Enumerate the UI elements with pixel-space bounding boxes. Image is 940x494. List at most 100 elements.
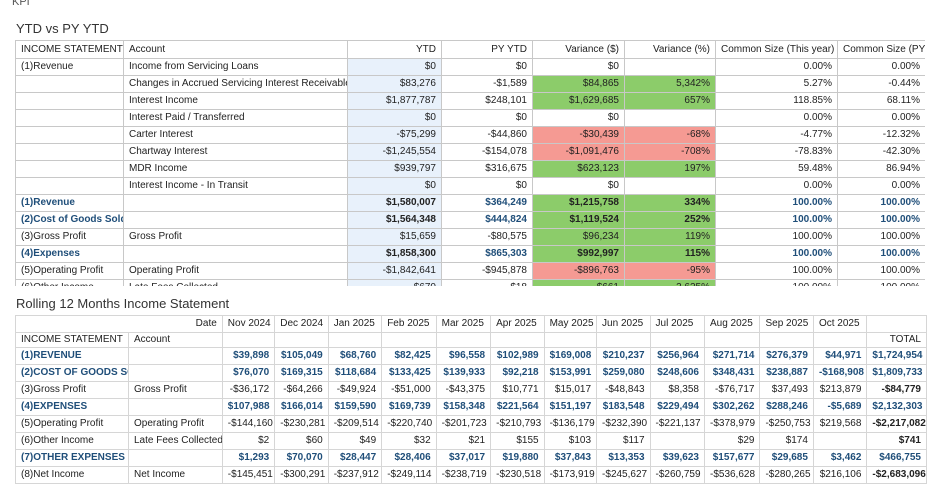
ytd-table-row[interactable]: (1)Revenue $1,580,007 $364,249 $1,215,758 33… [15, 194, 925, 212]
row-income-statement [15, 160, 124, 178]
row-account [127, 449, 223, 467]
row-month-value: -$378,979 [703, 415, 761, 433]
row-month-value: -$145,451 [221, 466, 276, 484]
row-common-size-this-year: 118.85% [715, 92, 838, 110]
row-month-value: -$536,628 [703, 466, 761, 484]
ytd-table-row[interactable]: (4)Expenses $1,858,300 $865,303 $992,997 115… [15, 245, 925, 263]
rolling-table-row[interactable]: (2)COST OF GOODS SOLD $76,070$169,315$118… [15, 364, 927, 382]
row-account [127, 347, 223, 365]
month-header[interactable]: Feb 2025 [381, 315, 437, 333]
month-subcell [221, 332, 276, 348]
row-py-ytd-value: $0 [441, 58, 533, 76]
month-header[interactable]: Aug 2025 [703, 315, 761, 333]
row-account: Gross Profit [123, 228, 348, 246]
row-variance-percent: 252% [624, 211, 716, 229]
ytd-table-row[interactable]: Changes in Accrued Servicing Interest Re… [15, 75, 925, 93]
row-account: Operating Profit [123, 262, 348, 280]
row-month-value: $183,548 [596, 398, 651, 416]
rolling-table-row[interactable]: (8)Net Income Net Income -$145,451 -$300,29… [15, 466, 927, 484]
month-header[interactable]: Jan 2025 [327, 315, 383, 333]
rolling-table-title: Rolling 12 Months Income Statement [16, 296, 230, 311]
ytd-table-row[interactable]: Chartway Interest -$1,245,554 -$154,078 -$1… [15, 143, 925, 161]
row-month-value: $174 [759, 432, 814, 450]
month-header[interactable]: Sep 2025 [759, 315, 814, 333]
row-ytd-value: $1,580,007 [347, 194, 442, 212]
ytd-table-row[interactable]: (6)Other IncomeLate Fees Collected$670$1… [15, 279, 925, 286]
col-account[interactable]: Account [127, 332, 223, 348]
rolling-table-row[interactable]: (3)Gross Profit Gross Profit -$36,172 -$64,… [15, 381, 927, 399]
row-ytd-value: -$1,245,554 [347, 143, 442, 161]
ytd-table-row[interactable]: Interest Paid / Transferred $0 $0 $0 0.00% 0.… [15, 109, 925, 127]
row-month-value: $259,080 [596, 364, 651, 382]
row-income-statement: (6)Other Income [15, 432, 129, 450]
month-header[interactable]: Jul 2025 [649, 315, 705, 333]
row-ytd-value: -$75,299 [347, 126, 442, 144]
col-income-statement[interactable]: INCOME STATEMENT [15, 40, 124, 59]
month-header[interactable]: Dec 2024 [274, 315, 329, 333]
row-month-value: -$209,514 [327, 415, 383, 433]
row-month-value: $153,991 [543, 364, 598, 382]
col-account[interactable]: Account [123, 40, 348, 59]
ytd-table-row[interactable]: Carter Interest -$75,299 -$44,860 -$30,439-… [15, 126, 925, 144]
row-month-value: -$250,753 [759, 415, 814, 433]
col-common-size-py[interactable]: Common Size (PY) [837, 40, 925, 59]
month-subcell [596, 332, 651, 348]
col-variance-percent[interactable]: Variance (%) [624, 40, 716, 59]
row-month-value: $105,049 [274, 347, 329, 365]
row-variance-dollar: $1,119,524 [532, 211, 625, 229]
row-month-value: $8,358 [649, 381, 705, 399]
month-header[interactable]: Oct 2025 [812, 315, 868, 333]
rolling-table: Date Nov 2024 Dec 2024 Jan 2025 Feb 2025… [15, 315, 927, 484]
row-month-value [649, 432, 705, 450]
row-month-value: $288,246 [759, 398, 814, 416]
rolling-table-row[interactable]: (7)OTHER EXPENSES $1,293 $70,070 $28,447 $28… [15, 449, 927, 467]
row-month-value: $70,070 [274, 449, 329, 467]
ytd-table-container[interactable]: INCOME STATEMENT Account YTD PY YTD Vari… [15, 40, 925, 286]
row-month-value: $107,988 [221, 398, 276, 416]
ytd-table-row[interactable]: MDR Income $939,797 $316,675 $623,123 197% 59… [15, 160, 925, 178]
ytd-table-row[interactable]: (1)Revenue Income from Servicing Loans $0 $… [15, 58, 925, 76]
row-account: Late Fees Collected [123, 279, 348, 286]
month-subcell [543, 332, 598, 348]
rolling-table-row[interactable]: (6)Other Income Late Fees Collected $2 $60 $… [15, 432, 927, 450]
row-common-size-py: 0.00% [837, 177, 925, 195]
row-month-value: -$48,843 [596, 381, 651, 399]
ytd-table-row[interactable]: (5)Operating Profit Operating Profit -$1,8… [15, 262, 925, 280]
month-header[interactable]: Jun 2025 [596, 315, 651, 333]
month-subcell [649, 332, 705, 348]
row-common-size-py: 100.00% [837, 279, 925, 286]
col-total[interactable]: TOTAL [866, 332, 927, 348]
row-month-value: -$230,281 [274, 415, 329, 433]
row-month-value: $13,353 [596, 449, 651, 467]
row-month-value: -$173,919 [543, 466, 598, 484]
row-common-size-this-year: 100.00% [715, 211, 838, 229]
col-py-ytd[interactable]: PY YTD [441, 40, 533, 59]
rolling-subheader-row: INCOME STATEMENT Account TOTAL [15, 332, 927, 348]
rolling-table-row[interactable]: (4)EXPENSES $107,988 $166,014 $159,590 $169,… [15, 398, 927, 416]
col-ytd[interactable]: YTD [347, 40, 442, 59]
col-income-statement[interactable]: INCOME STATEMENT [15, 332, 129, 348]
row-month-value: $28,406 [381, 449, 437, 467]
row-income-statement: (3)Gross Profit [15, 381, 129, 399]
month-header[interactable]: May 2025 [543, 315, 598, 333]
rolling-table-row[interactable]: (5)Operating Profit Operating Profit -$144… [15, 415, 927, 433]
ytd-table-row[interactable]: (2)Cost of Goods Sold $1,564,348 $444,824 $… [15, 211, 925, 229]
col-common-size-this-year[interactable]: Common Size (This year) [715, 40, 838, 59]
row-py-ytd-value: -$44,860 [441, 126, 533, 144]
ytd-table-row[interactable]: Interest Income - In Transit $0 $0 $0 0.00% 0… [15, 177, 925, 195]
row-common-size-this-year: 100.00% [715, 228, 838, 246]
ytd-table-row[interactable]: Interest Income $1,877,787 $248,101 $1,629,… [15, 92, 925, 110]
row-month-value: -$221,137 [649, 415, 705, 433]
row-month-value: $219,568 [812, 415, 868, 433]
rolling-table-container[interactable]: Date Nov 2024 Dec 2024 Jan 2025 Feb 2025… [15, 315, 927, 491]
row-variance-dollar: $992,997 [532, 245, 625, 263]
ytd-table-row[interactable]: (3)Gross Profit Gross Profit $15,659 -$80,5… [15, 228, 925, 246]
month-header[interactable]: Nov 2024 [221, 315, 276, 333]
row-total-value: $1,809,733 [866, 364, 927, 382]
month-header[interactable]: Apr 2025 [490, 315, 545, 333]
month-header[interactable]: Mar 2025 [435, 315, 492, 333]
rolling-table-row[interactable]: (1)REVENUE $39,898 $105,049 $68,760 $82,425 $… [15, 347, 927, 365]
row-month-value: $169,315 [274, 364, 329, 382]
col-variance-dollar[interactable]: Variance ($) [532, 40, 625, 59]
row-account: MDR Income [123, 160, 348, 178]
